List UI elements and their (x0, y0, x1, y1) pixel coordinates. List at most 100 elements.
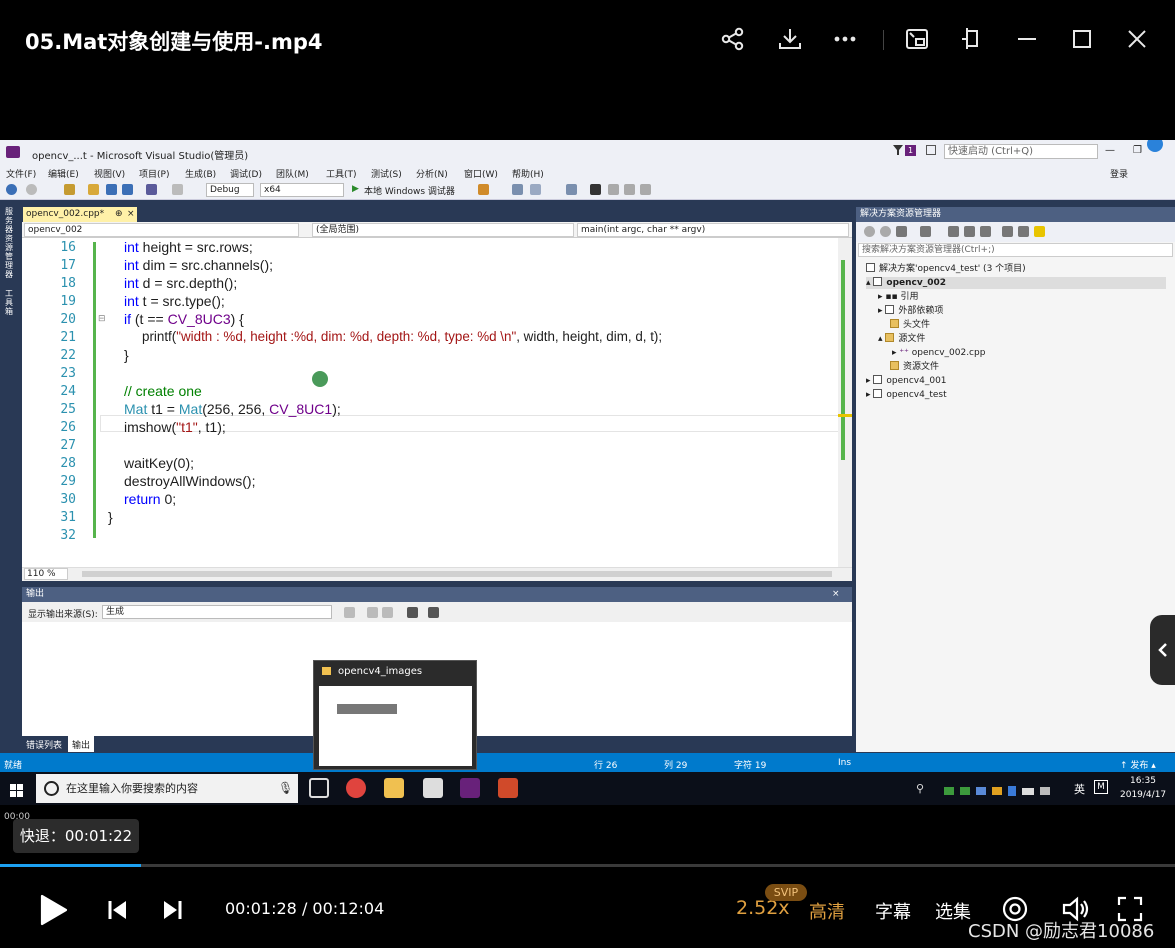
taskbar-search-input[interactable]: 在这里输入你要搜索的内容 (36, 774, 298, 803)
pin-icon[interactable] (955, 22, 989, 56)
bookmark-next-icon[interactable] (624, 184, 635, 195)
server-explorer-tab[interactable]: 服务器资源管理器 (5, 207, 17, 279)
quick-launch-input[interactable]: 快速启动 (Ctrl+Q) (944, 144, 1098, 159)
vs-minimize-icon[interactable]: — (1105, 145, 1115, 156)
sol-sync-icon[interactable] (920, 226, 931, 237)
zoom-select[interactable]: 110 % (24, 568, 68, 580)
output-source-select[interactable]: 生成 (102, 605, 332, 619)
menu-view[interactable]: 视图(V) (94, 167, 125, 180)
scope-dropdown[interactable]: (全局范围) (312, 223, 574, 237)
tree-external-deps[interactable]: ▸ 外部依赖项 (878, 305, 943, 317)
close-icon[interactable] (1120, 22, 1154, 56)
calendar-icon[interactable] (423, 778, 443, 798)
tree-references[interactable]: ▸ ▪▪ 引用 (878, 291, 918, 303)
download-icon[interactable] (773, 22, 807, 56)
sol-back-icon[interactable] (864, 226, 875, 237)
taskbar-thumbnail-preview[interactable]: opencv4_images (313, 660, 477, 770)
menu-team[interactable]: 团队(M) (276, 167, 309, 180)
ime-mode-icon[interactable]: M (1094, 780, 1108, 794)
vs-restore-icon[interactable]: ❐ (1133, 145, 1142, 156)
doc-tab-opencv-002[interactable]: opencv_002.cpp* ⊕ × (23, 207, 137, 222)
people-icon[interactable]: ⚲ (916, 782, 924, 795)
output-wrap-icon[interactable] (428, 607, 439, 618)
collapse-toggle[interactable]: ⊟ (98, 314, 106, 324)
pin-tab-icon[interactable]: ⊕ (115, 207, 123, 222)
toolbar-icon-c[interactable] (566, 184, 577, 195)
code-line[interactable]: if (t == CV_8UC3) { (124, 311, 244, 327)
bookmark-clear-icon[interactable] (640, 184, 651, 195)
code-line[interactable]: int height = src.rows; (124, 239, 253, 255)
output-next-icon[interactable] (382, 607, 393, 618)
bookmark-prev-icon[interactable] (608, 184, 619, 195)
code-line[interactable]: int t = src.type(); (124, 293, 225, 309)
task-view-icon[interactable] (309, 778, 329, 798)
menu-test[interactable]: 测试(S) (371, 167, 402, 180)
minimize-icon[interactable] (1010, 22, 1044, 56)
project-dropdown[interactable]: opencv_002 (24, 223, 299, 237)
code-line[interactable]: } (124, 347, 129, 363)
windows-start-icon[interactable] (10, 782, 23, 797)
start-debugger-button[interactable]: 本地 Windows 调试器 (364, 184, 455, 197)
side-panel-handle[interactable] (1150, 615, 1175, 685)
code-line[interactable]: return 0; (124, 491, 176, 507)
menu-tools[interactable]: 工具(T) (326, 167, 357, 180)
output-goto-icon[interactable] (344, 607, 355, 618)
file-explorer-icon[interactable] (384, 778, 404, 798)
code-line[interactable]: Mat t1 = Mat(256, 256, CV_8UC1); (124, 401, 341, 417)
sol-preview-icon[interactable] (1034, 226, 1045, 237)
menu-analyze[interactable]: 分析(N) (416, 167, 448, 180)
undo-icon[interactable] (146, 184, 157, 195)
sol-code-icon[interactable] (1002, 226, 1013, 237)
close-tab-icon[interactable]: × (127, 207, 135, 222)
feedback-icon[interactable] (926, 145, 936, 155)
menu-edit[interactable]: 编辑(E) (48, 167, 79, 180)
code-line[interactable]: } (108, 509, 113, 525)
output-tab[interactable]: 输出 (68, 736, 95, 752)
toolbar-icon-a[interactable] (512, 184, 523, 195)
quality-button[interactable]: 高清 (809, 898, 845, 924)
forward-icon[interactable] (26, 184, 37, 195)
menu-window[interactable]: 窗口(W) (464, 167, 498, 180)
output-clear-icon[interactable] (407, 607, 418, 618)
save-all-icon[interactable] (122, 184, 133, 195)
tree-solution[interactable]: 解决方案'opencv4_test' (3 个项目) (866, 263, 1026, 275)
sol-show-all-icon[interactable] (980, 226, 991, 237)
open-file-icon[interactable] (88, 184, 99, 195)
chrome-icon[interactable] (346, 778, 366, 798)
tree-resource-files[interactable]: 资源文件 (890, 361, 939, 373)
notification-badge[interactable]: 1 (905, 145, 916, 156)
save-icon[interactable] (106, 184, 117, 195)
login-link[interactable]: 登录 (1110, 167, 1128, 180)
solution-search-input[interactable]: 搜索解决方案资源管理器(Ctrl+;) (858, 243, 1173, 257)
microphone-icon[interactable]: 🎙 (278, 781, 293, 795)
start-debug-icon[interactable]: ▶ (352, 184, 359, 194)
menu-help[interactable]: 帮助(H) (512, 167, 544, 180)
subtitle-button[interactable]: 字幕 (875, 898, 911, 924)
maximize-icon[interactable] (1065, 22, 1099, 56)
code-editor[interactable]: 16 int height = src.rows; 17 int dim = s… (22, 238, 852, 570)
video-frame[interactable]: opencv_...t - Microsoft Visual Studio(管理… (0, 140, 1175, 805)
tree-project-opencv4-001[interactable]: ▸ opencv4_001 (866, 375, 947, 387)
bookmark-icon[interactable] (590, 184, 601, 195)
taskbar-clock[interactable]: 16:35 (1130, 776, 1156, 786)
sol-collapse-icon[interactable] (964, 226, 975, 237)
sol-properties-icon[interactable] (1018, 226, 1029, 237)
function-dropdown[interactable]: main(int argc, char ** argv) (577, 223, 849, 237)
ime-indicator[interactable]: 英 (1074, 781, 1085, 797)
code-line[interactable]: waitKey(0); (124, 455, 194, 471)
sol-home-icon[interactable] (896, 226, 907, 237)
attach-icon[interactable] (478, 184, 489, 195)
horizontal-scrollbar[interactable] (82, 571, 832, 577)
new-project-icon[interactable] (64, 184, 75, 195)
progress-bar[interactable] (0, 864, 1175, 867)
platform-select[interactable]: x64 (260, 183, 344, 197)
toolbox-tab[interactable]: 工具箱 (5, 289, 17, 316)
user-avatar[interactable] (1147, 140, 1163, 152)
play-icon[interactable] (36, 893, 70, 927)
editor-vertical-scrollbar[interactable] (838, 238, 852, 570)
previous-icon[interactable] (106, 898, 130, 922)
tree-file-opencv-002-cpp[interactable]: ▸ ⁺⁺ opencv_002.cpp (892, 347, 985, 359)
toolbar-icon-b[interactable] (530, 184, 541, 195)
visual-studio-icon[interactable] (460, 778, 480, 798)
menu-debug[interactable]: 调试(D) (230, 167, 262, 180)
